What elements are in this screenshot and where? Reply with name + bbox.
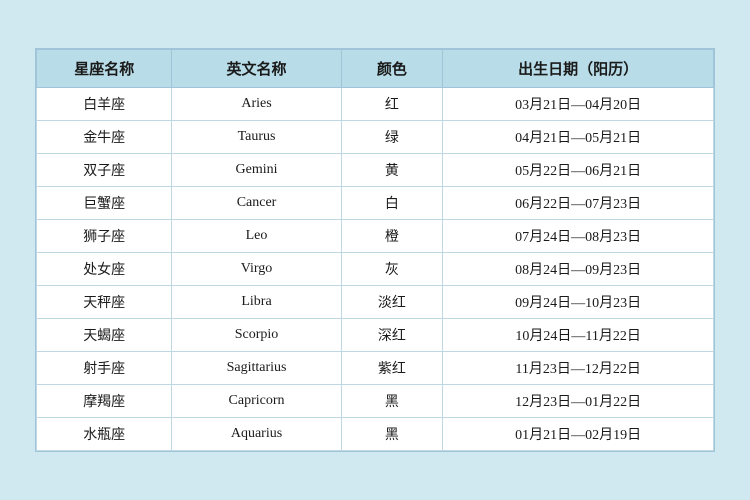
cell-color: 绿 [341, 121, 443, 154]
cell-zh-name: 摩羯座 [37, 385, 172, 418]
cell-zh-name: 水瓶座 [37, 418, 172, 451]
cell-zh-name: 处女座 [37, 253, 172, 286]
cell-date: 12月23日—01月22日 [443, 385, 714, 418]
cell-date: 04月21日—05月21日 [443, 121, 714, 154]
cell-en-name: Taurus [172, 121, 341, 154]
cell-zh-name: 金牛座 [37, 121, 172, 154]
cell-color: 黑 [341, 418, 443, 451]
table-row: 水瓶座Aquarius黑01月21日—02月19日 [37, 418, 714, 451]
cell-color: 淡红 [341, 286, 443, 319]
table-row: 天秤座Libra淡红09月24日—10月23日 [37, 286, 714, 319]
cell-color: 紫红 [341, 352, 443, 385]
cell-zh-name: 双子座 [37, 154, 172, 187]
cell-zh-name: 天蝎座 [37, 319, 172, 352]
header-en-name: 英文名称 [172, 50, 341, 88]
cell-date: 08月24日—09月23日 [443, 253, 714, 286]
cell-zh-name: 天秤座 [37, 286, 172, 319]
cell-zh-name: 巨蟹座 [37, 187, 172, 220]
cell-color: 红 [341, 88, 443, 121]
table-row: 射手座Sagittarius紫红11月23日—12月22日 [37, 352, 714, 385]
cell-en-name: Cancer [172, 187, 341, 220]
cell-date: 06月22日—07月23日 [443, 187, 714, 220]
header-zh-name: 星座名称 [37, 50, 172, 88]
table-row: 白羊座Aries红03月21日—04月20日 [37, 88, 714, 121]
table-row: 狮子座Leo橙07月24日—08月23日 [37, 220, 714, 253]
cell-zh-name: 射手座 [37, 352, 172, 385]
zodiac-table: 星座名称 英文名称 颜色 出生日期（阳历） 白羊座Aries红03月21日—04… [36, 49, 714, 451]
cell-en-name: Gemini [172, 154, 341, 187]
cell-color: 黑 [341, 385, 443, 418]
cell-date: 10月24日—11月22日 [443, 319, 714, 352]
cell-en-name: Scorpio [172, 319, 341, 352]
cell-en-name: Sagittarius [172, 352, 341, 385]
table-row: 摩羯座Capricorn黑12月23日—01月22日 [37, 385, 714, 418]
cell-date: 09月24日—10月23日 [443, 286, 714, 319]
cell-en-name: Aquarius [172, 418, 341, 451]
cell-color: 白 [341, 187, 443, 220]
table-row: 天蝎座Scorpio深红10月24日—11月22日 [37, 319, 714, 352]
cell-date: 05月22日—06月21日 [443, 154, 714, 187]
cell-date: 11月23日—12月22日 [443, 352, 714, 385]
table-row: 双子座Gemini黄05月22日—06月21日 [37, 154, 714, 187]
table-row: 金牛座Taurus绿04月21日—05月21日 [37, 121, 714, 154]
table-body: 白羊座Aries红03月21日—04月20日金牛座Taurus绿04月21日—0… [37, 88, 714, 451]
cell-en-name: Libra [172, 286, 341, 319]
cell-en-name: Capricorn [172, 385, 341, 418]
cell-zh-name: 白羊座 [37, 88, 172, 121]
table-row: 处女座Virgo灰08月24日—09月23日 [37, 253, 714, 286]
cell-date: 01月21日—02月19日 [443, 418, 714, 451]
cell-date: 07月24日—08月23日 [443, 220, 714, 253]
cell-color: 灰 [341, 253, 443, 286]
cell-color: 橙 [341, 220, 443, 253]
cell-zh-name: 狮子座 [37, 220, 172, 253]
cell-en-name: Virgo [172, 253, 341, 286]
cell-color: 深红 [341, 319, 443, 352]
cell-en-name: Leo [172, 220, 341, 253]
header-color: 颜色 [341, 50, 443, 88]
table-header-row: 星座名称 英文名称 颜色 出生日期（阳历） [37, 50, 714, 88]
cell-color: 黄 [341, 154, 443, 187]
header-date: 出生日期（阳历） [443, 50, 714, 88]
table-row: 巨蟹座Cancer白06月22日—07月23日 [37, 187, 714, 220]
cell-date: 03月21日—04月20日 [443, 88, 714, 121]
cell-en-name: Aries [172, 88, 341, 121]
zodiac-table-container: 星座名称 英文名称 颜色 出生日期（阳历） 白羊座Aries红03月21日—04… [35, 48, 715, 452]
